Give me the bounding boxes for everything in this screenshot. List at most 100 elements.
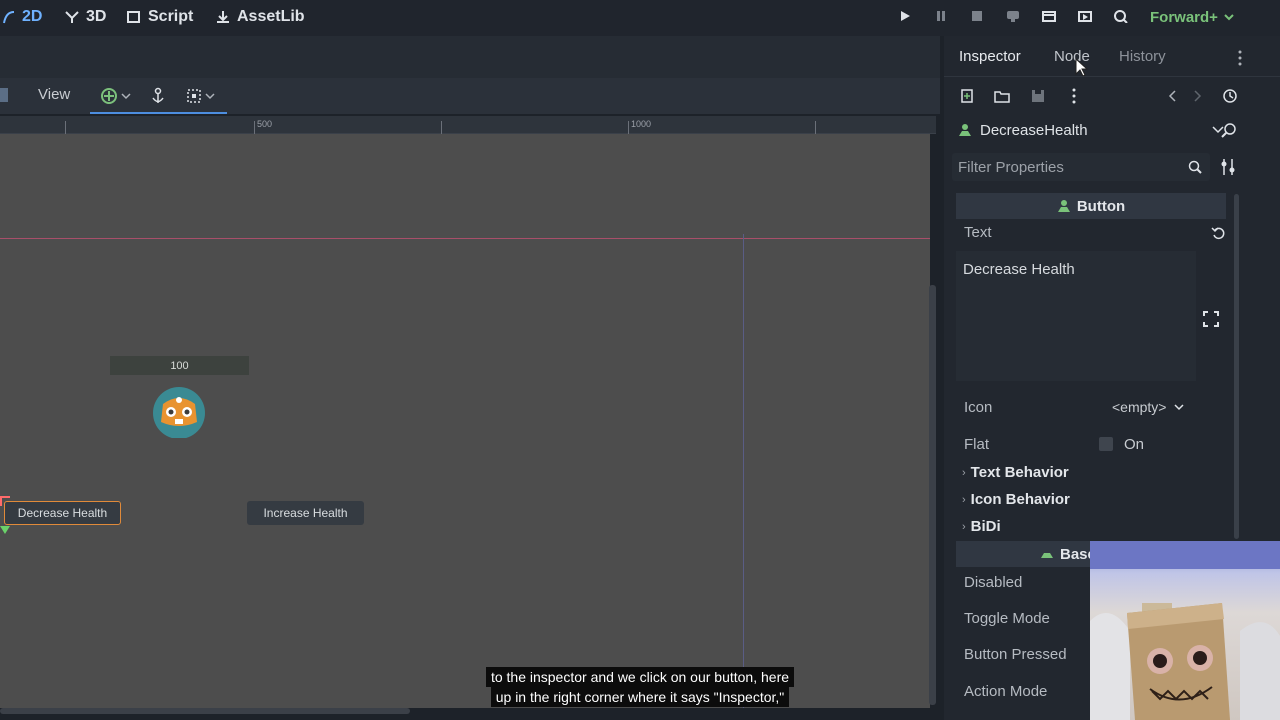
expand-text-editor-button[interactable]: [1202, 310, 1220, 333]
chevron-right-icon: ›: [962, 493, 966, 506]
group-bidi[interactable]: › BiDi: [962, 518, 1001, 535]
tab-assetlib-label: AssetLib: [237, 8, 305, 25]
script-icon: [127, 11, 140, 23]
tab-script[interactable]: Script: [126, 6, 193, 28]
health-label[interactable]: 100: [110, 356, 249, 375]
chevron-left-icon: [1168, 90, 1176, 102]
movie-button[interactable]: [1039, 7, 1059, 25]
prop-flat-label: Flat: [964, 436, 990, 453]
increase-health-button[interactable]: Increase Health: [247, 501, 364, 525]
decrease-health-button[interactable]: Decrease Health: [4, 501, 121, 525]
movie-icon: [1042, 11, 1056, 22]
tab-2d-label: 2D: [22, 8, 43, 25]
group-text-behavior[interactable]: › Text Behavior: [962, 464, 1069, 481]
node-selector[interactable]: DecreaseHealth: [952, 116, 1230, 144]
group-bidi-label: BiDi: [970, 518, 1001, 535]
2d-viewport-canvas[interactable]: 100 Decrease Health Increase Health: [0, 134, 930, 708]
ruler-tick: [254, 121, 255, 134]
tab-assetlib[interactable]: AssetLib: [215, 6, 305, 28]
more-options-icon: [1072, 88, 1076, 104]
godot-logo-icon[interactable]: [150, 386, 208, 439]
load-resource-button[interactable]: [992, 86, 1012, 106]
mouse-cursor-icon: [1075, 58, 1088, 77]
chevron-right-icon: ›: [962, 466, 966, 479]
assetlib-icon: [217, 11, 229, 23]
play-button[interactable]: [895, 7, 915, 25]
button-node-icon: [959, 124, 971, 136]
viewport-horizontal-scrollbar[interactable]: [0, 708, 410, 714]
filter-placeholder: Filter Properties: [958, 158, 1064, 176]
prop-icon-label: Icon: [964, 399, 993, 416]
button-node-icon: [1057, 200, 1070, 212]
ruler-label-500: 500: [257, 119, 273, 129]
flat-checkbox[interactable]: [1099, 437, 1113, 451]
ruler-tick: [441, 121, 442, 134]
horizontal-ruler: 500 1000: [0, 116, 936, 134]
inspector-settings-button[interactable]: [1220, 158, 1236, 181]
inspector-scrollbar[interactable]: [1234, 194, 1239, 539]
renderer-selector[interactable]: Forward+: [1150, 6, 1234, 28]
tab-history[interactable]: History: [1119, 48, 1166, 65]
tab-3d[interactable]: 3D: [64, 6, 106, 28]
pause-icon: [937, 11, 945, 21]
tab-2d[interactable]: 2D: [2, 6, 42, 28]
snap-icon: [101, 88, 117, 104]
snap-toggle-button[interactable]: [100, 86, 131, 106]
stop-button[interactable]: [967, 7, 987, 25]
history-icon: [1223, 89, 1237, 103]
resource-options-button[interactable]: [1064, 86, 1084, 106]
play-custom-button[interactable]: [1111, 7, 1131, 25]
search-icon: [1188, 160, 1202, 174]
chevron-down-icon: [121, 93, 131, 100]
view-menu-button[interactable]: View: [38, 86, 70, 103]
increase-health-label: Increase Health: [263, 506, 348, 520]
group-icon-behavior-label: Icon Behavior: [970, 491, 1070, 508]
tab-script-label: Script: [148, 8, 194, 25]
object-properties-button[interactable]: [1220, 122, 1238, 145]
dock-menu-icon[interactable]: [1237, 50, 1243, 66]
text-property-editor[interactable]: Decrease Health: [956, 251, 1196, 381]
viewport-boundary-line: [0, 238, 930, 239]
main-toolbar: 2D 3D Script AssetLib Forward+: [0, 0, 1280, 36]
play-scene-icon: [1078, 11, 1092, 22]
icon-resource-picker[interactable]: <empty>: [1112, 399, 1185, 415]
anchor-button[interactable]: [150, 86, 166, 106]
history-forward-button[interactable]: [1188, 86, 1208, 106]
active-tool-indicator: [90, 112, 227, 114]
grid-icon: [187, 89, 201, 103]
node-name: DecreaseHealth: [980, 121, 1088, 139]
video-subtitle: to the inspector and we click on our but…: [0, 667, 1280, 707]
chevron-down-icon: [205, 93, 215, 100]
pause-button[interactable]: [931, 7, 951, 25]
ruler-tick: [65, 121, 66, 134]
grid-options-button[interactable]: [186, 86, 215, 106]
prop-text-label: Text: [964, 224, 992, 241]
save-icon: [1032, 90, 1044, 102]
revert-icon: [1211, 227, 1225, 240]
base-button-icon: [1041, 553, 1053, 558]
tab-inspector[interactable]: Inspector: [959, 48, 1021, 65]
section-button[interactable]: Button: [956, 193, 1226, 219]
chevron-right-icon: [1194, 90, 1202, 102]
decrease-health-label: Decrease Health: [17, 506, 108, 520]
new-resource-button[interactable]: [957, 86, 977, 106]
save-resource-button[interactable]: [1028, 86, 1048, 106]
prop-disabled-label: Disabled: [964, 574, 1023, 591]
selection-handle[interactable]: [0, 496, 10, 506]
remote-debug-icon: [1007, 11, 1019, 22]
subtitle-line-1: to the inspector and we click on our but…: [485, 667, 795, 687]
prop-toggle-mode-label: Toggle Mode: [964, 610, 1050, 627]
icon-property-value: <empty>: [1112, 399, 1167, 415]
viewport-vertical-scrollbar[interactable]: [929, 285, 936, 705]
remote-debug-button[interactable]: [1003, 7, 1023, 25]
section-button-title: Button: [1076, 197, 1126, 215]
group-icon-behavior[interactable]: › Icon Behavior: [962, 491, 1070, 508]
viewport-toolbar: View: [0, 78, 940, 114]
filter-properties-input[interactable]: Filter Properties: [952, 153, 1210, 181]
tabbar-divider: [944, 76, 1280, 77]
recent-history-button[interactable]: [1220, 86, 1240, 106]
history-back-button[interactable]: [1162, 86, 1182, 106]
chevron-down-icon: [1224, 14, 1234, 21]
play-scene-button[interactable]: [1075, 7, 1095, 25]
revert-text-button[interactable]: [1211, 225, 1227, 246]
